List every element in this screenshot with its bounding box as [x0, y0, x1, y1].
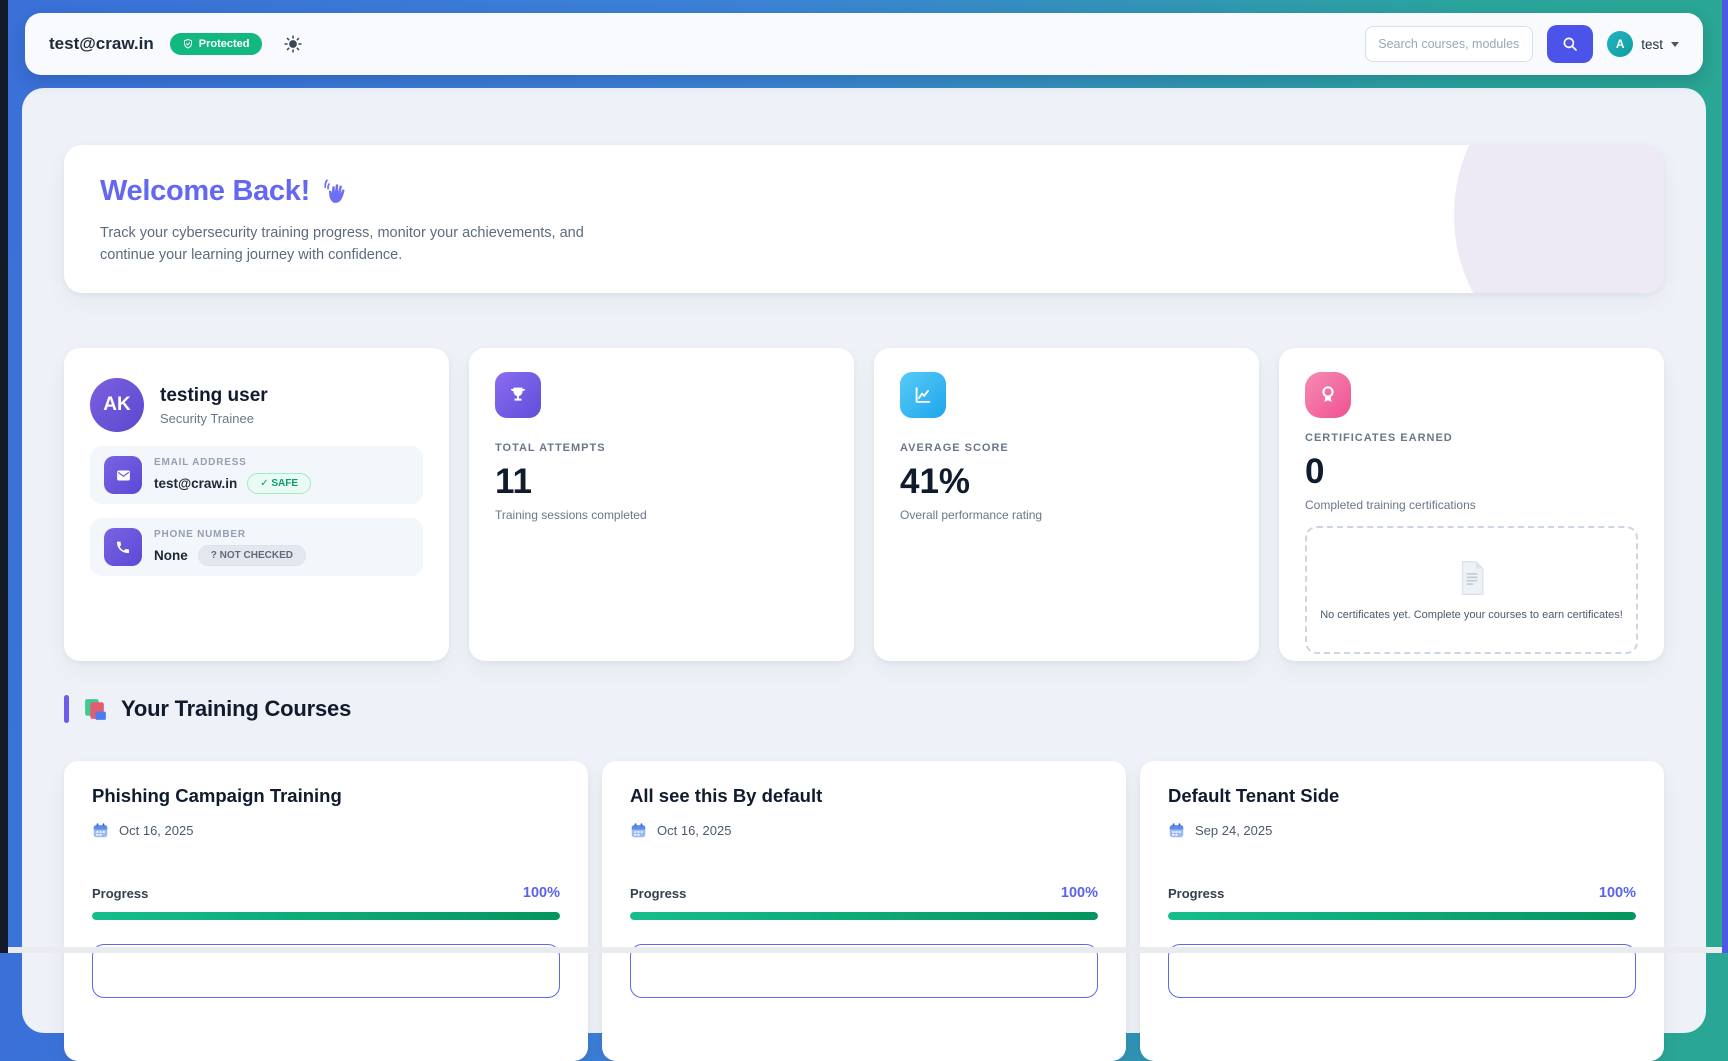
user-menu-label: test — [1641, 37, 1663, 52]
welcome-banner: Welcome Back! Track your cybersecurity t… — [64, 145, 1664, 293]
progress-percent: 100% — [523, 885, 560, 901]
course-card: Default Tenant Side Sep 24, 2025 Progres… — [1140, 761, 1664, 1061]
progress-bar-fill — [630, 912, 1098, 920]
progress-label: Progress — [630, 886, 686, 901]
course-title: Phishing Campaign Training — [92, 785, 560, 807]
phone-info-row: PHONE NUMBER None ? NOT CHECKED — [90, 518, 423, 576]
stat-value: 11 — [495, 462, 828, 502]
phone-label: PHONE NUMBER — [154, 529, 306, 540]
waving-hand-icon — [322, 177, 352, 207]
profile-card: AK testing user Security Trainee EMAIL A… — [64, 348, 449, 661]
profile-avatar: AK — [90, 378, 144, 432]
stat-description: Overall performance rating — [900, 508, 1233, 522]
course-date: Oct 16, 2025 — [657, 823, 731, 838]
progress-bar — [92, 912, 560, 920]
stat-label: TOTAL ATTEMPTS — [495, 442, 828, 454]
progress-label: Progress — [92, 886, 148, 901]
search-icon — [1561, 35, 1579, 53]
medal-icon — [1305, 372, 1351, 418]
progress-label: Progress — [1168, 886, 1224, 901]
certificates-empty-state: No certificates yet. Complete your cours… — [1305, 526, 1638, 654]
progress-percent: 100% — [1599, 885, 1636, 901]
stat-description: Completed training certifications — [1305, 498, 1638, 512]
course-date: Sep 24, 2025 — [1195, 823, 1272, 838]
total-attempts-card: TOTAL ATTEMPTS 11 Training sessions comp… — [469, 348, 854, 661]
line-chart-icon — [900, 372, 946, 418]
stat-label: CERTIFICATES EARNED — [1305, 432, 1638, 444]
email-status-badge: ✓ SAFE — [247, 473, 311, 494]
calendar-icon — [630, 822, 647, 839]
phone-icon — [104, 528, 142, 566]
stat-label: AVERAGE SCORE — [900, 442, 1233, 454]
course-title: All see this By default — [630, 785, 1098, 807]
user-menu[interactable]: A test — [1607, 31, 1679, 57]
protected-badge: Protected — [170, 33, 262, 55]
courses-section-title: Your Training Courses — [121, 696, 351, 722]
email-label: EMAIL ADDRESS — [154, 457, 311, 468]
welcome-title: Welcome Back! — [100, 175, 310, 208]
brand-title: test@craw.in — [49, 34, 154, 54]
chevron-down-icon — [1671, 42, 1679, 47]
calendar-icon — [92, 822, 109, 839]
envelope-icon — [104, 456, 142, 494]
window-bottom-edge — [8, 947, 1728, 953]
window-left-edge — [0, 0, 8, 953]
page-scrollbar[interactable] — [1722, 0, 1728, 953]
email-info-row: EMAIL ADDRESS test@craw.in ✓ SAFE — [90, 446, 423, 504]
course-date: Oct 16, 2025 — [119, 823, 193, 838]
protected-badge-label: Protected — [199, 38, 250, 50]
trophy-icon — [495, 372, 541, 418]
shield-check-icon — [182, 38, 194, 50]
progress-bar-fill — [1168, 912, 1636, 920]
average-score-card: AVERAGE SCORE 41% Overall performance ra… — [874, 348, 1259, 661]
courses-section-header: Your Training Courses — [64, 695, 1664, 723]
avatar: A — [1607, 31, 1633, 57]
courses-grid: Phishing Campaign Training Oct 16, 2025 … — [64, 761, 1664, 1061]
course-card: All see this By default Oct 16, 2025 Pro… — [602, 761, 1126, 1061]
profile-role: Security Trainee — [160, 411, 268, 426]
search-button[interactable] — [1547, 25, 1593, 63]
stat-value: 41% — [900, 462, 1233, 502]
profile-name: testing user — [160, 385, 268, 407]
search-input[interactable] — [1365, 26, 1533, 62]
progress-percent: 100% — [1061, 885, 1098, 901]
stat-description: Training sessions completed — [495, 508, 828, 522]
progress-bar — [630, 912, 1098, 920]
progress-bar — [1168, 912, 1636, 920]
certificates-empty-message: No certificates yet. Complete your cours… — [1320, 609, 1623, 621]
top-navbar: test@craw.in Protected — [25, 13, 1703, 75]
certificates-card: CERTIFICATES EARNED 0 Completed training… — [1279, 348, 1664, 661]
phone-status-badge: ? NOT CHECKED — [198, 545, 306, 566]
main-content: Welcome Back! Track your cybersecurity t… — [22, 88, 1706, 1033]
decorative-circle — [1454, 145, 1664, 293]
course-card: Phishing Campaign Training Oct 16, 2025 … — [64, 761, 588, 1061]
phone-value: None — [154, 548, 188, 563]
section-accent-bar — [64, 695, 69, 723]
email-value: test@craw.in — [154, 476, 237, 491]
stats-row: AK testing user Security Trainee EMAIL A… — [64, 348, 1664, 661]
document-icon — [1455, 559, 1489, 597]
theme-toggle-sun-icon[interactable] — [284, 35, 302, 53]
progress-bar-fill — [92, 912, 560, 920]
calendar-icon — [1168, 822, 1185, 839]
books-icon — [82, 696, 109, 723]
course-title: Default Tenant Side — [1168, 785, 1636, 807]
welcome-subtitle: Track your cybersecurity training progre… — [100, 222, 605, 267]
stat-value: 0 — [1305, 452, 1638, 492]
